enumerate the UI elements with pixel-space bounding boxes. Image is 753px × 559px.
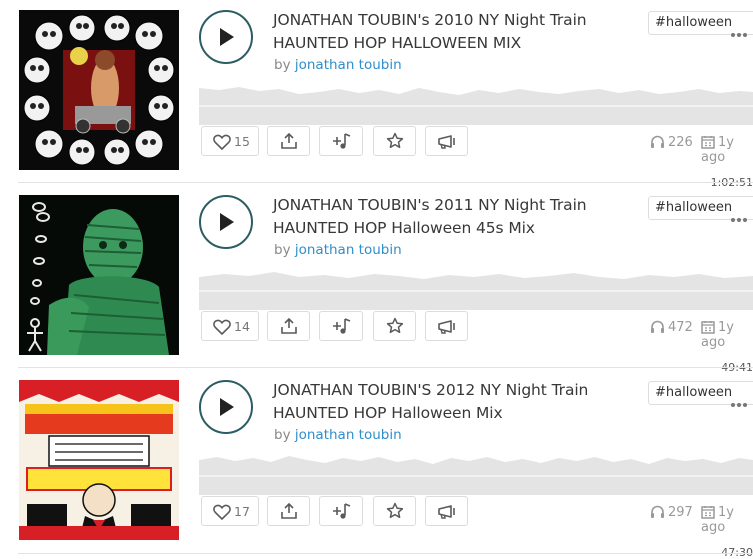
headphones-icon [651,505,664,518]
megaphone-icon [438,135,455,149]
like-count: 15 [234,134,250,149]
add-to-playlist-button[interactable] [319,126,363,156]
play-button[interactable] [199,380,253,434]
star-icon [386,132,404,149]
star-icon [386,317,404,334]
play-icon [220,213,234,231]
like-button[interactable]: 14 [201,311,259,341]
megaphone-icon [438,505,455,519]
waveform-graphic [199,87,753,125]
waveform-graphic [199,272,753,310]
play-count-value: 472 [668,320,693,335]
like-count: 14 [234,319,250,334]
share-button[interactable] [267,126,310,156]
like-button[interactable]: 15 [201,126,259,156]
like-count: 17 [234,504,250,519]
repost-button[interactable] [425,496,468,526]
track-artwork[interactable] [19,10,179,170]
play-count: 297 [650,505,693,520]
calendar-icon [701,321,715,334]
repost-button[interactable] [425,311,468,341]
track-item-2: JONATHAN TOUBIN's 2011 NY Night Train HA… [0,182,753,374]
star-icon [386,502,404,519]
more-dots-icon[interactable] [731,392,749,411]
share-icon [281,132,297,149]
waveform[interactable]: 47:30 [199,440,753,559]
add-to-playlist-button[interactable] [319,311,363,341]
megaphone-icon [438,320,455,334]
track-title[interactable]: JONATHAN TOUBIN's 2011 NY Night Train HA… [273,194,633,240]
play-count: 226 [650,135,693,150]
favorite-button[interactable] [373,311,416,341]
favorite-button[interactable] [373,126,416,156]
headphones-icon [651,320,664,333]
add-to-playlist-icon [333,133,351,149]
favorite-button[interactable] [373,496,416,526]
track-artwork[interactable] [19,380,179,540]
play-icon [220,398,234,416]
play-button[interactable] [199,10,253,64]
play-count-value: 297 [668,505,693,520]
upload-date: 1y ago [701,320,753,350]
divider [18,367,753,368]
waveform[interactable]: 1:02:51 [199,70,753,189]
track-title[interactable]: JONATHAN TOUBIN'S 2012 NY Night Train HA… [273,379,633,425]
repost-button[interactable] [425,126,468,156]
track-title[interactable]: JONATHAN TOUBIN's 2010 NY Night Train HA… [273,9,633,55]
add-to-playlist-button[interactable] [319,496,363,526]
play-icon [220,28,234,46]
track-artwork[interactable] [19,195,179,355]
skull-collage-art [19,10,179,170]
track-item-3: JONATHAN TOUBIN'S 2012 NY Night Train HA… [0,367,753,559]
headphones-icon [651,135,664,148]
share-icon [281,502,297,519]
heart-icon [213,134,231,150]
heart-icon [213,319,231,335]
share-button[interactable] [267,311,310,341]
more-dots-icon[interactable] [731,207,749,226]
add-to-playlist-icon [333,503,351,519]
like-button[interactable]: 17 [201,496,259,526]
play-button[interactable] [199,195,253,249]
waveform[interactable]: 49:41 [199,255,753,374]
add-to-playlist-icon [333,318,351,334]
calendar-icon [701,506,715,519]
divider [18,553,753,554]
green-mummy-art [19,195,179,355]
play-count-value: 226 [668,135,693,150]
calendar-icon [701,136,715,149]
waveform-graphic [199,456,753,495]
track-item-1: JONATHAN TOUBIN's 2010 NY Night Train HA… [0,0,753,189]
heart-icon [213,504,231,520]
share-button[interactable] [267,496,310,526]
play-count: 472 [650,320,693,335]
divider [18,182,753,183]
share-icon [281,317,297,334]
more-dots-icon[interactable] [731,22,749,41]
haunted-hop-poster-art [19,380,179,540]
upload-date: 1y ago [701,135,753,165]
upload-date: 1y ago [701,505,753,535]
